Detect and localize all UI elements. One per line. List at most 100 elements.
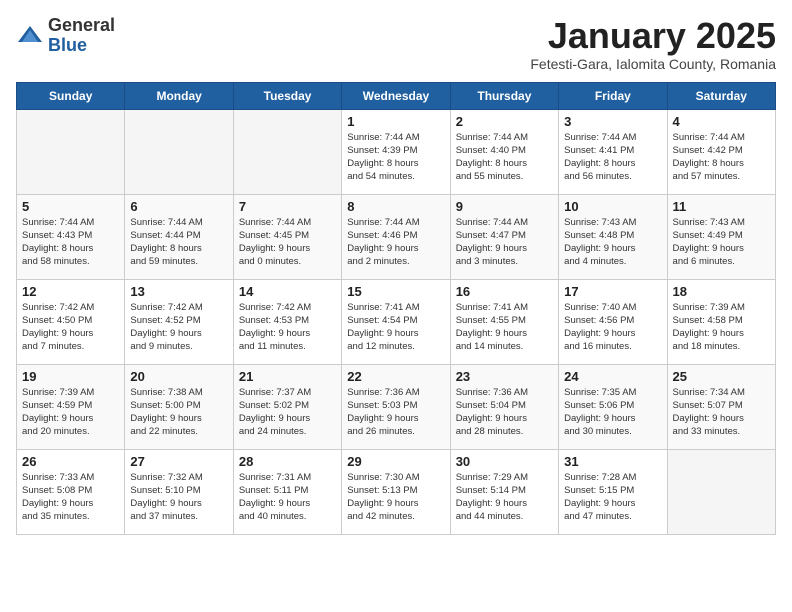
logo-blue: Blue — [48, 35, 87, 55]
day-number: 29 — [347, 454, 444, 469]
week-row-2: 5 Sunrise: 7:44 AM Sunset: 4:43 PM Daylig… — [17, 194, 776, 279]
calendar-cell: 17 Sunrise: 7:40 AM Sunset: 4:56 PM Dayli… — [559, 279, 667, 364]
day-info: Sunrise: 7:35 AM Sunset: 5:06 PM Dayligh… — [564, 386, 661, 439]
day-number: 31 — [564, 454, 661, 469]
calendar-cell: 3 Sunrise: 7:44 AM Sunset: 4:41 PM Daylig… — [559, 109, 667, 194]
weekday-header-monday: Monday — [125, 82, 233, 109]
week-row-3: 12 Sunrise: 7:42 AM Sunset: 4:50 PM Dayli… — [17, 279, 776, 364]
page-header: General Blue January 2025 Fetesti-Gara, … — [16, 16, 776, 72]
calendar-cell: 7Sunrise: 7:44 AM Sunset: 4:45 PM Daylig… — [233, 194, 341, 279]
calendar-cell: 12 Sunrise: 7:42 AM Sunset: 4:50 PM Dayli… — [17, 279, 125, 364]
calendar-cell: 9 Sunrise: 7:44 AM Sunset: 4:47 PM Daylig… — [450, 194, 558, 279]
day-number: 5 — [22, 199, 119, 214]
calendar-cell: 24 Sunrise: 7:35 AM Sunset: 5:06 PM Dayli… — [559, 364, 667, 449]
calendar-cell: 26 Sunrise: 7:33 AM Sunset: 5:08 PM Dayli… — [17, 449, 125, 534]
calendar-cell: 20 Sunrise: 7:38 AM Sunset: 5:00 PM Dayli… — [125, 364, 233, 449]
calendar-table: SundayMondayTuesdayWednesdayThursdayFrid… — [16, 82, 776, 535]
calendar-cell: 18 Sunrise: 7:39 AM Sunset: 4:58 PM Dayli… — [667, 279, 775, 364]
weekday-header-thursday: Thursday — [450, 82, 558, 109]
day-info: Sunrise: 7:29 AM Sunset: 5:14 PM Dayligh… — [456, 471, 553, 524]
day-info: Sunrise: 7:43 AM Sunset: 4:48 PM Dayligh… — [564, 216, 661, 269]
day-info: Sunrise: 7:41 AM Sunset: 4:55 PM Dayligh… — [456, 301, 553, 354]
calendar-cell: 28Sunrise: 7:31 AM Sunset: 5:11 PM Dayli… — [233, 449, 341, 534]
weekday-header-wednesday: Wednesday — [342, 82, 450, 109]
day-number: 3 — [564, 114, 661, 129]
day-info: Sunrise: 7:33 AM Sunset: 5:08 PM Dayligh… — [22, 471, 119, 524]
weekday-header-friday: Friday — [559, 82, 667, 109]
calendar-cell: 13 Sunrise: 7:42 AM Sunset: 4:52 PM Dayli… — [125, 279, 233, 364]
logo: General Blue — [16, 16, 115, 56]
day-info: Sunrise: 7:44 AM Sunset: 4:40 PM Dayligh… — [456, 131, 553, 184]
weekday-header-saturday: Saturday — [667, 82, 775, 109]
weekday-header-sunday: Sunday — [17, 82, 125, 109]
weekday-header-tuesday: Tuesday — [233, 82, 341, 109]
calendar-cell: 4 Sunrise: 7:44 AM Sunset: 4:42 PM Daylig… — [667, 109, 775, 194]
logo-text: General Blue — [48, 16, 115, 56]
day-info: Sunrise: 7:32 AM Sunset: 5:10 PM Dayligh… — [130, 471, 227, 524]
day-number: 12 — [22, 284, 119, 299]
day-info: Sunrise: 7:44 AM Sunset: 4:44 PM Dayligh… — [130, 216, 227, 269]
calendar-cell: 19Sunrise: 7:39 AM Sunset: 4:59 PM Dayli… — [17, 364, 125, 449]
day-info: Sunrise: 7:42 AM Sunset: 4:52 PM Dayligh… — [130, 301, 227, 354]
calendar-cell — [125, 109, 233, 194]
day-number: 28 — [239, 454, 336, 469]
day-number: 25 — [673, 369, 770, 384]
calendar-title: January 2025 — [530, 16, 776, 56]
day-number: 6 — [130, 199, 227, 214]
day-number: 9 — [456, 199, 553, 214]
day-info: Sunrise: 7:44 AM Sunset: 4:41 PM Dayligh… — [564, 131, 661, 184]
calendar-subtitle: Fetesti-Gara, Ialomita County, Romania — [530, 56, 776, 72]
day-info: Sunrise: 7:44 AM Sunset: 4:39 PM Dayligh… — [347, 131, 444, 184]
day-number: 1 — [347, 114, 444, 129]
day-info: Sunrise: 7:44 AM Sunset: 4:47 PM Dayligh… — [456, 216, 553, 269]
calendar-cell: 2 Sunrise: 7:44 AM Sunset: 4:40 PM Daylig… — [450, 109, 558, 194]
day-number: 7 — [239, 199, 336, 214]
day-number: 22 — [347, 369, 444, 384]
day-info: Sunrise: 7:44 AM Sunset: 4:43 PM Dayligh… — [22, 216, 119, 269]
day-number: 15 — [347, 284, 444, 299]
calendar-cell: 5 Sunrise: 7:44 AM Sunset: 4:43 PM Daylig… — [17, 194, 125, 279]
day-number: 10 — [564, 199, 661, 214]
calendar-cell: 8Sunrise: 7:44 AM Sunset: 4:46 PM Daylig… — [342, 194, 450, 279]
calendar-cell: 29 Sunrise: 7:30 AM Sunset: 5:13 PM Dayli… — [342, 449, 450, 534]
day-info: Sunrise: 7:44 AM Sunset: 4:42 PM Dayligh… — [673, 131, 770, 184]
day-number: 8 — [347, 199, 444, 214]
day-info: Sunrise: 7:30 AM Sunset: 5:13 PM Dayligh… — [347, 471, 444, 524]
day-number: 17 — [564, 284, 661, 299]
calendar-cell — [233, 109, 341, 194]
day-number: 27 — [130, 454, 227, 469]
day-info: Sunrise: 7:40 AM Sunset: 4:56 PM Dayligh… — [564, 301, 661, 354]
day-number: 26 — [22, 454, 119, 469]
calendar-cell: 16Sunrise: 7:41 AM Sunset: 4:55 PM Dayli… — [450, 279, 558, 364]
calendar-cell: 31Sunrise: 7:28 AM Sunset: 5:15 PM Dayli… — [559, 449, 667, 534]
calendar-cell: 11Sunrise: 7:43 AM Sunset: 4:49 PM Dayli… — [667, 194, 775, 279]
day-number: 21 — [239, 369, 336, 384]
day-info: Sunrise: 7:42 AM Sunset: 4:50 PM Dayligh… — [22, 301, 119, 354]
day-info: Sunrise: 7:41 AM Sunset: 4:54 PM Dayligh… — [347, 301, 444, 354]
calendar-cell: 15 Sunrise: 7:41 AM Sunset: 4:54 PM Dayli… — [342, 279, 450, 364]
calendar-cell: 22Sunrise: 7:36 AM Sunset: 5:03 PM Dayli… — [342, 364, 450, 449]
calendar-cell — [17, 109, 125, 194]
calendar-cell: 1 Sunrise: 7:44 AM Sunset: 4:39 PM Daylig… — [342, 109, 450, 194]
day-info: Sunrise: 7:38 AM Sunset: 5:00 PM Dayligh… — [130, 386, 227, 439]
day-info: Sunrise: 7:39 AM Sunset: 4:59 PM Dayligh… — [22, 386, 119, 439]
day-number: 18 — [673, 284, 770, 299]
day-info: Sunrise: 7:39 AM Sunset: 4:58 PM Dayligh… — [673, 301, 770, 354]
calendar-cell: 14Sunrise: 7:42 AM Sunset: 4:53 PM Dayli… — [233, 279, 341, 364]
week-row-1: 1 Sunrise: 7:44 AM Sunset: 4:39 PM Daylig… — [17, 109, 776, 194]
week-row-4: 19Sunrise: 7:39 AM Sunset: 4:59 PM Dayli… — [17, 364, 776, 449]
day-number: 30 — [456, 454, 553, 469]
logo-icon — [16, 22, 44, 50]
day-number: 11 — [673, 199, 770, 214]
calendar-cell: 25Sunrise: 7:34 AM Sunset: 5:07 PM Dayli… — [667, 364, 775, 449]
calendar-cell: 27 Sunrise: 7:32 AM Sunset: 5:10 PM Dayli… — [125, 449, 233, 534]
week-row-5: 26 Sunrise: 7:33 AM Sunset: 5:08 PM Dayli… — [17, 449, 776, 534]
weekday-header-row: SundayMondayTuesdayWednesdayThursdayFrid… — [17, 82, 776, 109]
day-number: 13 — [130, 284, 227, 299]
calendar-cell: 30 Sunrise: 7:29 AM Sunset: 5:14 PM Dayli… — [450, 449, 558, 534]
calendar-cell: 23Sunrise: 7:36 AM Sunset: 5:04 PM Dayli… — [450, 364, 558, 449]
day-number: 4 — [673, 114, 770, 129]
day-number: 24 — [564, 369, 661, 384]
day-number: 20 — [130, 369, 227, 384]
day-number: 2 — [456, 114, 553, 129]
